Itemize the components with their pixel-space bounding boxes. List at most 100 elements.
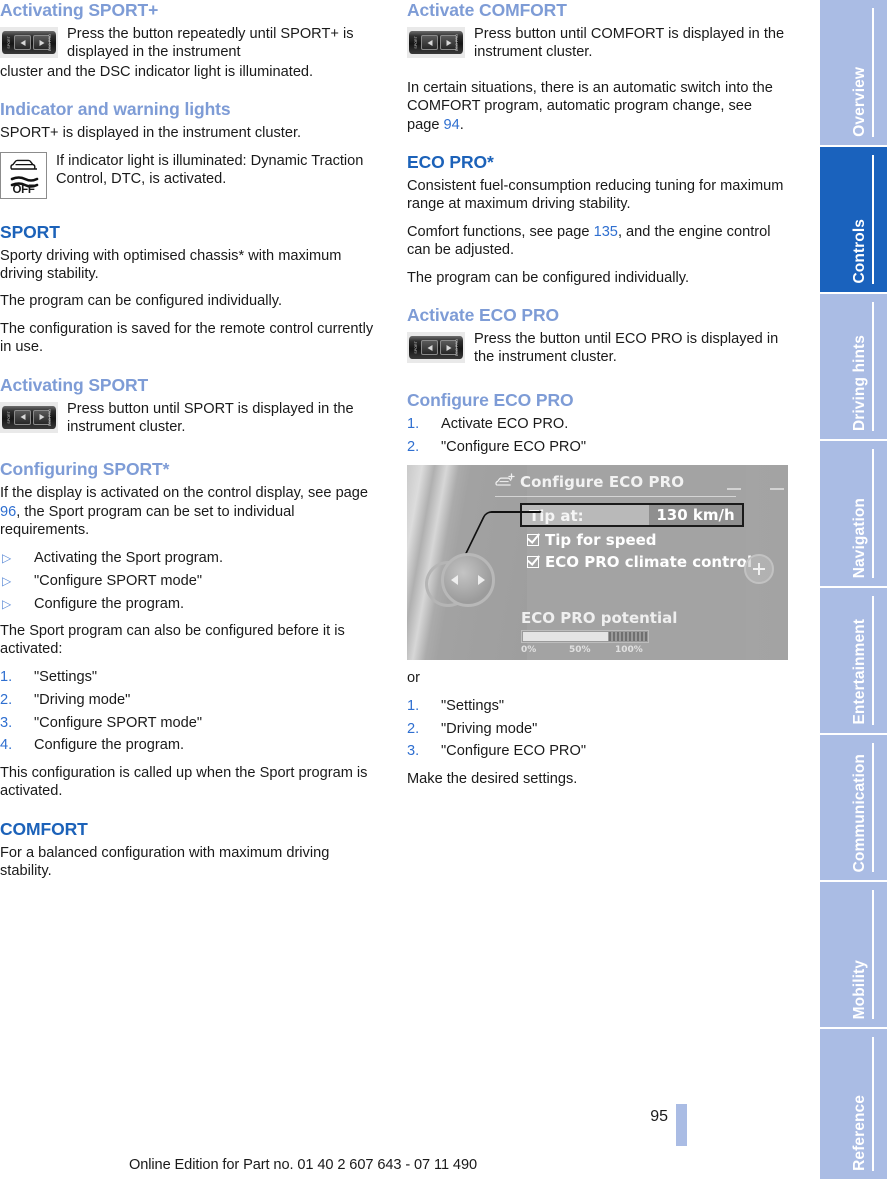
activate-comfort-row: SPORT ECO PRO Press button until COMFORT… (407, 25, 787, 62)
heading-eco-pro: ECO PRO* (407, 152, 494, 173)
sidebar-item-label: Entertainment (851, 619, 868, 725)
idrive-controller-icon[interactable] (441, 553, 495, 608)
step-number: 1. (0, 668, 13, 685)
list-item: ▷ Configure the program. (0, 595, 380, 613)
configure-eco-pro-closing: Make the desired settings. (407, 770, 578, 787)
driving-mode-rocker-switch-icon: SPORT ECO PRO (407, 27, 465, 58)
heading-configure-eco-pro: Configure ECO PRO (407, 389, 574, 410)
eco-screen-title: Configure ECO PRO (520, 473, 685, 492)
eco-pro-climate-control-checkbox[interactable]: ECO PRO climate control (527, 553, 752, 571)
sidebar-item-overview[interactable]: Overview (820, 0, 887, 145)
step-text: "Configure SPORT mode" (34, 714, 202, 731)
eco-pro-paragraph-3: The program can be configured individual… (407, 269, 690, 286)
step-number: 3. (0, 714, 13, 731)
tab-divider (872, 8, 874, 137)
sidebar-item-label: Navigation (851, 497, 868, 578)
list-item: 4. Configure the program. (0, 736, 380, 754)
manual-page: Activating SPORT+ SPORT ECO PRO Press th… (0, 0, 887, 1179)
sidebar-item-mobility[interactable]: Mobility (820, 882, 887, 1027)
sport-paragraph-2: The program can be configured individual… (0, 293, 283, 310)
step-number: 3. (407, 743, 420, 760)
dtc-indicator-text: If indicator light is illuminated: Dynam… (56, 152, 364, 188)
dtc-off-indicator-icon: OFF (0, 151, 47, 199)
potential-bar-ticks (609, 632, 647, 642)
footer-edition-text: Online Edition for Part no. 01 40 2 607 … (129, 1157, 477, 1173)
page-number-bar (676, 1104, 687, 1146)
configure-eco-pro-step-list: 1. Activate ECO PRO. 2. "Configure ECO P… (407, 415, 787, 456)
scale-label-50: 50% (569, 645, 591, 656)
configuring-sport-before-steps: The Sport program can also be configured… (0, 622, 345, 658)
display-dash-decoration (727, 488, 741, 491)
heading-activating-sport: Activating SPORT (0, 374, 149, 395)
bullet-text: "Configure SPORT mode" (34, 572, 202, 589)
display-dash-decoration (770, 488, 784, 491)
car-glyph (9, 159, 37, 170)
configuring-sport-intro: If the display is activated on the contr… (0, 484, 380, 539)
sidebar-item-entertainment[interactable]: Entertainment (820, 588, 887, 733)
page-reference-96[interactable]: 96 (0, 504, 16, 520)
eco-pro-paragraph-1: Consistent fuel-consumption reducing tun… (407, 178, 784, 213)
list-item: 3. "Configure SPORT mode" (0, 714, 380, 732)
step-text: "Driving mode" (34, 691, 131, 708)
tip-at-value[interactable]: 130 km/h (649, 505, 742, 526)
eco-pro-potential-label: ECO PRO potential (521, 609, 678, 628)
step-number: 2. (407, 438, 420, 455)
step-text: "Configure ECO PRO" (441, 438, 586, 455)
page-reference-94[interactable]: 94 (444, 117, 460, 133)
tab-divider (872, 890, 874, 1019)
section-tab-sidebar: Overview Controls Driving hints Navigati… (820, 0, 887, 1179)
driving-mode-rocker-switch-icon: SPORT ECO PRO (407, 332, 465, 364)
list-item: 1. Activate ECO PRO. (407, 415, 787, 433)
activate-eco-pro-row: SPORT ECO PRO Press the button until ECO… (407, 330, 787, 367)
potential-scale: 0% 50% 100% (521, 645, 657, 657)
triangle-bullet-icon: ▷ (2, 573, 12, 588)
step-number: 2. (0, 691, 13, 708)
heading-activate-comfort: Activate COMFORT (407, 0, 567, 20)
sidebar-item-communication[interactable]: Communication (820, 735, 887, 880)
tab-divider (872, 596, 874, 725)
sidebar-item-label: Reference (851, 1095, 868, 1171)
sidebar-item-navigation[interactable]: Navigation (820, 441, 887, 586)
step-number: 1. (407, 415, 420, 432)
sidebar-item-controls[interactable]: Controls (820, 147, 887, 292)
indicator-warning-paragraph: SPORT+ is displayed in the instrument cl… (0, 125, 302, 142)
arrow-left-icon (451, 575, 458, 586)
sidebar-item-label: Driving hints (851, 334, 868, 431)
sidebar-item-reference[interactable]: Reference (820, 1029, 887, 1179)
activating-sport-row: SPORT ECO PRO Press button until SPORT i… (0, 400, 380, 437)
sidebar-item-label: Overview (851, 67, 868, 137)
triangle-bullet-icon: ▷ (2, 550, 12, 565)
tip-at-row[interactable]: Tip at: 130 km/h (520, 503, 744, 528)
tab-divider (872, 743, 874, 872)
eco-pro-p2-before: Comfort functions, see page (407, 223, 594, 240)
dtc-off-label: OFF (12, 183, 35, 196)
plus-button-icon[interactable] (744, 554, 774, 585)
eco-screen-divider (495, 496, 736, 498)
page-reference-135[interactable]: 135 (594, 224, 618, 240)
heading-activating-sport-plus: Activating SPORT+ (0, 0, 159, 20)
sport-plus-instruction-continued: cluster and the DSC indicator light is i… (0, 63, 314, 80)
configuring-sport-bullet-list: ▷ Activating the Sport program. ▷ "Confi… (0, 549, 380, 613)
list-item: 2. "Driving mode" (0, 691, 380, 709)
sport-paragraph-3: The configuration is saved for the remot… (0, 320, 374, 356)
activate-eco-pro-instruction: Press the button until ECO PRO is displa… (474, 331, 779, 366)
list-item: ▷ "Configure SPORT mode" (0, 572, 380, 590)
step-text: "Settings" (34, 668, 98, 685)
comfort-auto-switch-note: In certain situations, there is an autom… (407, 79, 787, 134)
eco-pro-potential-bar (521, 630, 649, 644)
right-column: Activate COMFORT SPORT ECO PRO Press but… (407, 0, 788, 797)
note-after: . (459, 116, 464, 133)
sport-paragraph-1: Sporty driving with optimised chassis* w… (0, 247, 342, 283)
tab-divider (872, 1037, 874, 1171)
dtc-indicator-row: OFF If indicator light is illuminated: D… (0, 151, 380, 199)
potential-bar-fill (523, 632, 608, 642)
step-text: "Driving mode" (441, 720, 538, 737)
bullet-text: Configure the program. (34, 595, 185, 612)
checkbox-checked-icon (527, 556, 539, 569)
sidebar-item-driving-hints[interactable]: Driving hints (820, 294, 887, 439)
tip-for-speed-checkbox[interactable]: Tip for speed (527, 531, 657, 549)
configuring-sport-intro-after: , the Sport program can be set to indivi… (0, 503, 295, 539)
activating-sport-instruction: Press button until SPORT is displayed in… (67, 400, 354, 436)
step-text: "Configure ECO PRO" (441, 743, 586, 760)
list-item: ▷ Activating the Sport program. (0, 549, 380, 567)
